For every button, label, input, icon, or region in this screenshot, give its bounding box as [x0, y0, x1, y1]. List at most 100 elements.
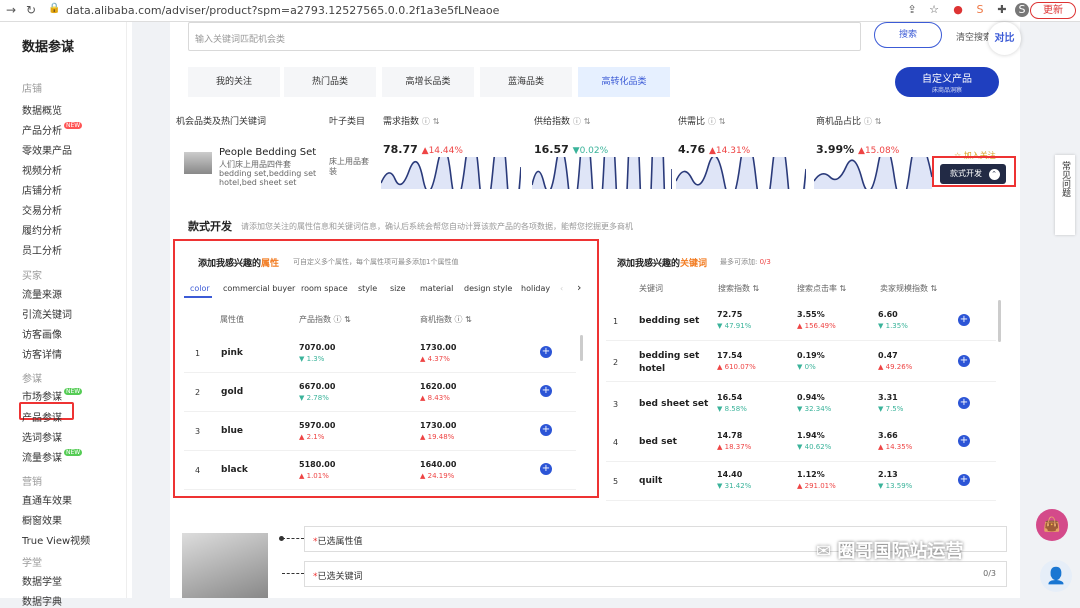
row-index: 3	[195, 427, 201, 436]
add-button[interactable]: +	[958, 435, 970, 447]
sidebar-item[interactable]: 履约分析	[22, 222, 62, 237]
product-name[interactable]: People Bedding Set	[219, 147, 316, 158]
add-button[interactable]: +	[958, 314, 970, 326]
search-input[interactable]: 输入关键词匹配机会类	[188, 22, 861, 51]
attr-tab[interactable]: holiday	[521, 284, 550, 293]
add-button[interactable]: +	[958, 474, 970, 486]
seller-scale-value: 3.31	[878, 393, 898, 402]
add-button[interactable]: +	[958, 355, 970, 367]
sidebar-item[interactable]: 交易分析	[22, 202, 62, 217]
add-button[interactable]: +	[540, 463, 552, 475]
sort-icon[interactable]: ⇅	[840, 284, 847, 293]
kw-th-click-rate[interactable]: 搜索点击率 ⇅	[797, 283, 846, 294]
ratio-change: ▲14.31%	[708, 146, 751, 156]
sidebar-item[interactable]: 数据概览	[22, 102, 62, 117]
selected-keywords-field[interactable]: *已选关键词 0/3	[304, 561, 1007, 587]
sidebar-item[interactable]: 店铺分析	[22, 182, 62, 197]
url-bar[interactable]: data.alibaba.com/adviser/product?spm=a27…	[66, 4, 499, 17]
th-ratio[interactable]: 供需比 ⓘ ⇅	[678, 114, 725, 127]
tab-hot[interactable]: 热门品类	[284, 67, 378, 97]
sort-icon[interactable]: ⇅	[719, 117, 726, 126]
add-button[interactable]: +	[540, 424, 552, 436]
sidebar-item[interactable]: 员工分析	[22, 242, 62, 257]
assistant-avatar[interactable]: 👤	[1040, 560, 1072, 592]
add-button[interactable]: +	[540, 346, 552, 358]
attr-tab[interactable]: commercial buyer	[223, 284, 295, 293]
tab-high-conversion[interactable]: 高转化品类	[578, 67, 672, 97]
sidebar-item-label: 数据学堂	[22, 577, 62, 588]
sidebar-item[interactable]: 访客画像	[22, 326, 62, 341]
search-button[interactable]: 搜索	[874, 22, 942, 48]
th-supply[interactable]: 供给指数 ⓘ ⇅	[534, 114, 590, 127]
product-index-value: 5970.00	[299, 421, 336, 430]
sidebar-item[interactable]: 访客详情	[22, 346, 62, 361]
star-icon[interactable]: ☆	[927, 3, 941, 17]
sidebar-item[interactable]: 产品分析NEW	[22, 122, 83, 137]
attr-tab[interactable]: material	[420, 284, 453, 293]
sidebar-item[interactable]: True View视频	[22, 532, 90, 547]
change-value: ▲ 2.1%	[299, 433, 325, 441]
scrollbar[interactable]	[580, 335, 583, 361]
sidebar-item[interactable]: 数据学堂	[22, 573, 62, 588]
sidebar-item[interactable]: 市场参谋NEW	[22, 388, 83, 403]
scrollbar[interactable]	[998, 300, 1001, 342]
chevron-left-icon[interactable]: ‹	[560, 284, 563, 293]
sidebar-item[interactable]: 流量参谋NEW	[22, 449, 83, 464]
kw-th-seller-scale[interactable]: 卖家规模指数 ⇅	[880, 283, 937, 294]
sort-icon[interactable]: ⇅	[584, 117, 591, 126]
keyword-name: bed set	[639, 437, 677, 447]
sidebar-item[interactable]: 直通车效果	[22, 492, 72, 507]
help-button[interactable]: 常见问题	[1055, 155, 1075, 235]
chevron-right-icon[interactable]: ›	[577, 281, 581, 294]
attr-tab[interactable]: size	[390, 284, 406, 293]
profile-icon[interactable]: S	[1015, 3, 1029, 17]
add-button[interactable]: +	[958, 397, 970, 409]
tab-my-follow[interactable]: 我的关注	[188, 67, 282, 97]
reload-icon[interactable]: ↻	[26, 3, 36, 17]
ratio-metric: 4.76 ▲14.31%	[678, 143, 750, 156]
sidebar-item[interactable]: 引流关键词	[22, 306, 72, 321]
sidebar-item[interactable]: 数据字典	[22, 593, 62, 608]
th-demand[interactable]: 需求指数 ⓘ ⇅	[383, 114, 439, 127]
th-opportunity[interactable]: 商机品占比 ⓘ ⇅	[816, 114, 881, 127]
custom-product-button[interactable]: 自定义产品 床商品洞察	[895, 67, 999, 97]
product-keywords: hotel,bed sheet set	[219, 178, 297, 187]
sort-icon[interactable]: ⇅	[465, 315, 472, 324]
sort-icon[interactable]: ⇅	[344, 315, 351, 324]
attr-tab[interactable]: room space	[301, 284, 348, 293]
attr-th-opportunity[interactable]: 商机指数 ⓘ ⇅	[420, 314, 472, 325]
attr-tab[interactable]: color	[190, 284, 210, 293]
custom-product-label: 自定义产品	[922, 74, 972, 85]
sort-icon[interactable]: ⇅	[875, 117, 882, 126]
compare-button[interactable]: 对比	[988, 22, 1021, 55]
tab-high-growth[interactable]: 高增长品类	[382, 67, 476, 97]
bag-icon[interactable]: 👜	[1036, 509, 1068, 541]
attr-th-product-index[interactable]: 产品指数 ⓘ ⇅	[299, 314, 351, 325]
extension-icon[interactable]: ●	[951, 3, 965, 17]
tab-blue-ocean[interactable]: 蓝海品类	[480, 67, 574, 97]
attr-panel-title: 添加我感兴趣的属性	[198, 259, 280, 269]
sort-icon[interactable]: ⇅	[433, 117, 440, 126]
sidebar-item[interactable]: 产品参谋	[22, 409, 62, 424]
sidebar-item[interactable]: 视频分析	[22, 162, 62, 177]
click-rate-value: 0.94%	[797, 393, 825, 402]
search-index-value: 16.54	[717, 393, 743, 402]
add-button[interactable]: +	[540, 385, 552, 397]
attr-tab[interactable]: style	[358, 284, 377, 293]
forward-icon[interactable]: →	[6, 3, 16, 17]
sidebar-item[interactable]: 零效果产品	[22, 142, 72, 157]
sidebar-item-label: 引流关键词	[22, 310, 72, 321]
puzzle-icon[interactable]: ✚	[995, 3, 1009, 17]
sort-icon[interactable]: ⇅	[753, 284, 760, 293]
sidebar-item[interactable]: 橱窗效果	[22, 512, 62, 527]
update-button[interactable]: 更新	[1030, 2, 1076, 19]
sidebar-item-label: 流量来源	[22, 290, 62, 301]
sidebar-item[interactable]: 选词参谋	[22, 429, 62, 444]
sort-icon[interactable]: ⇅	[931, 284, 938, 293]
extension-icon[interactable]: S	[973, 3, 987, 17]
sidebar-item[interactable]: 流量来源	[22, 286, 62, 301]
kw-th-search-index[interactable]: 搜索指数 ⇅	[718, 283, 759, 294]
attr-tab[interactable]: design style	[464, 284, 512, 293]
share-icon[interactable]: ⇪	[905, 3, 919, 17]
change-value: ▼ 31.42%	[717, 482, 752, 490]
